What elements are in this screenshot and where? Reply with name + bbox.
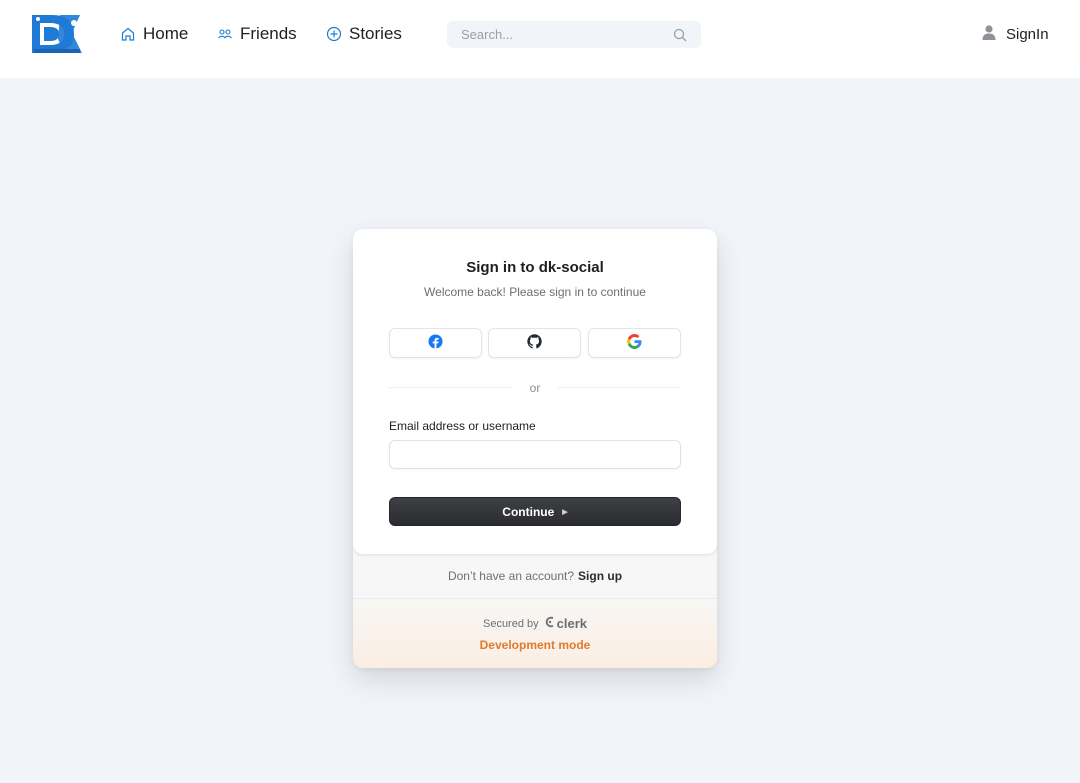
user-avatar-icon [980, 23, 998, 45]
nav-stories-label: Stories [349, 24, 402, 43]
navbar-signin-label: SignIn [1006, 25, 1049, 43]
nav-friends-label: Friends [240, 24, 297, 43]
sign-in-card: Sign in to dk-social Welcome back! Pleas… [353, 229, 717, 668]
continue-button-label: Continue [502, 504, 555, 519]
email-field[interactable] [389, 440, 681, 469]
search-icon[interactable] [673, 28, 687, 42]
nav-stories-link[interactable]: Stories [326, 22, 402, 46]
caret-right-icon: ▶ [562, 508, 568, 516]
facebook-icon [428, 334, 443, 352]
facebook-sign-in-button[interactable] [389, 328, 482, 358]
home-icon [120, 26, 136, 42]
divider-or-text: or [529, 381, 541, 395]
nav-home-link[interactable]: Home [120, 22, 188, 46]
sign-in-form-panel: Sign in to dk-social Welcome back! Pleas… [353, 229, 717, 554]
secured-by-text: Secured by [482, 617, 539, 630]
sign-up-prompt: Don’t have an account? Sign up [353, 554, 717, 599]
nav-friends-link[interactable]: Friends [217, 22, 297, 46]
sign-up-link[interactable]: Sign up [578, 569, 622, 583]
sign-up-prompt-text: Don’t have an account? [447, 569, 575, 583]
add-circle-icon [326, 26, 342, 42]
divider-left-line [389, 387, 511, 388]
clerk-icon [544, 616, 555, 631]
clerk-label: clerk [556, 616, 588, 631]
navbar-signin-link[interactable]: SignIn [980, 22, 1049, 46]
secured-by-row: Secured by clerk [353, 616, 717, 631]
top-navbar: Home Friends Stories Search... SignIn [0, 0, 1080, 78]
email-field-label: Email address or username [389, 419, 536, 433]
development-mode-footer: Secured by clerk Development mode [353, 600, 717, 668]
development-mode-label: Development mode [479, 638, 591, 652]
search-bar [447, 21, 701, 48]
sign-in-subtitle: Welcome back! Please sign in to continue [424, 285, 646, 299]
continue-button[interactable]: Continue ▶ [389, 497, 681, 526]
brand-logo[interactable] [30, 11, 84, 57]
divider-right-line [558, 387, 680, 388]
google-sign-in-button[interactable] [588, 328, 681, 358]
nav-home-label: Home [143, 24, 189, 43]
clerk-logo[interactable]: clerk [544, 616, 587, 631]
google-icon [627, 334, 642, 352]
search-input[interactable] [461, 27, 673, 42]
github-icon [527, 334, 542, 352]
sign-in-title: Sign in to dk-social [466, 259, 604, 276]
friends-icon [217, 26, 233, 42]
github-sign-in-button[interactable] [488, 328, 581, 358]
